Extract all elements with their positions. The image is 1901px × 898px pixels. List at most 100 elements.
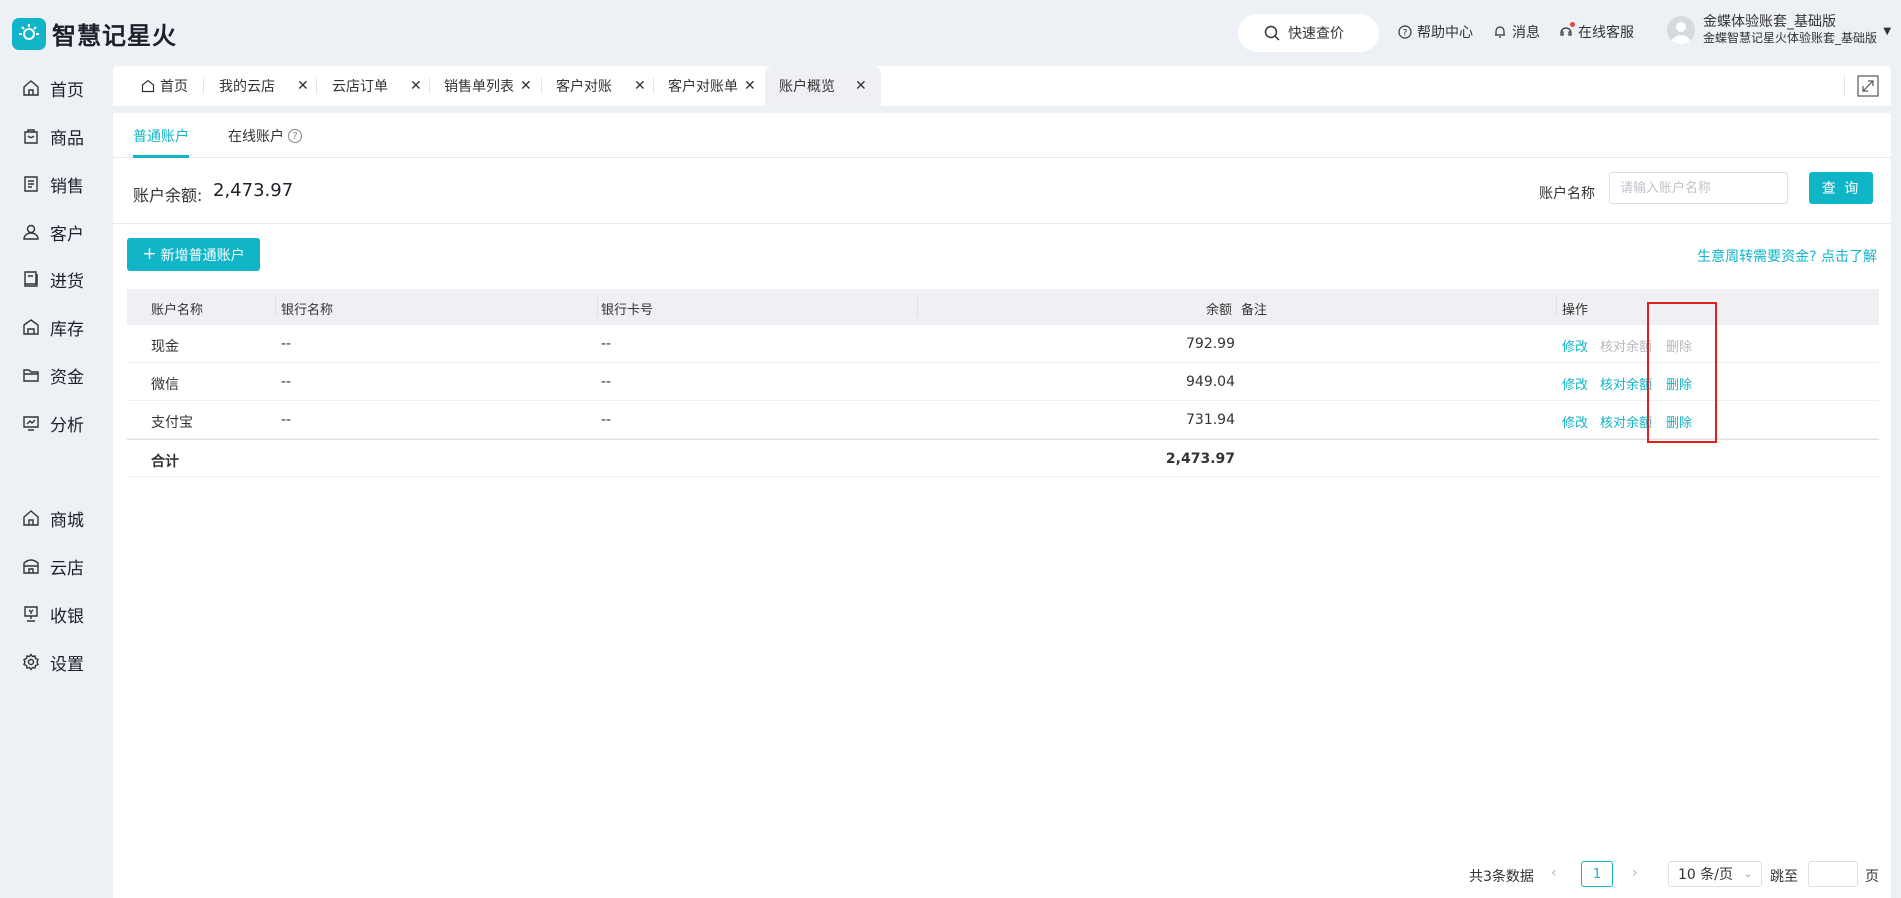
tab-label: 我的云店 <box>219 79 275 95</box>
sidebar-item-purchase[interactable]: 进货 <box>22 267 84 292</box>
column-header-balance: 余额 <box>1206 303 1233 318</box>
cell-card: -- <box>601 412 612 428</box>
sidebar-item-mall[interactable]: 商城 <box>22 506 84 531</box>
tab-customer-statement[interactable]: 客户对账单 ✕ <box>668 66 756 106</box>
tab-home[interactable]: 首页 <box>141 66 188 106</box>
sidebar-item-label: 设置 <box>50 654 84 675</box>
tab-account-overview[interactable]: 账户概览 ✕ <box>765 66 881 106</box>
sidebar-item-funds[interactable]: 资金 <box>22 363 84 388</box>
tab-normal-account[interactable]: 普通账户 <box>133 126 189 146</box>
user-name: 金蝶体验账套_基础版 <box>1703 14 1836 30</box>
cell-name: 现金 <box>151 339 179 355</box>
caret-down-icon: ▼ <box>1883 26 1892 37</box>
bag-icon <box>24 129 38 144</box>
bell-icon <box>1492 24 1508 40</box>
online-service-label: 在线客服 <box>1578 25 1634 41</box>
next-page-button[interactable]: › <box>1632 865 1638 881</box>
main-content: 普通账户 在线账户 ? 账户余额: 2,473.97 账户名称 查 询 + 新增… <box>113 113 1891 898</box>
home-icon <box>23 80 39 96</box>
close-icon[interactable]: ✕ <box>520 78 532 94</box>
svg-text:?: ? <box>1403 29 1408 39</box>
query-button[interactable]: 查 询 <box>1809 172 1873 204</box>
goto-page-input[interactable] <box>1808 861 1858 887</box>
chevron-down-icon: ⌄ <box>1743 868 1752 880</box>
tab-cloud-orders[interactable]: 云店订单 ✕ <box>332 66 422 106</box>
fullscreen-button[interactable] <box>1857 75 1879 97</box>
tab-online-account[interactable]: 在线账户 ? <box>228 126 302 146</box>
question-circle-icon[interactable]: ? <box>288 129 302 143</box>
sidebar-item-label: 客户 <box>50 224 84 245</box>
cell-bank: -- <box>281 336 292 352</box>
help-center-link[interactable]: ? 帮助中心 <box>1397 22 1473 42</box>
funding-promo-link[interactable]: 生意周转需要资金? 点击了解 <box>1697 246 1877 266</box>
sidebar-item-label: 收银 <box>50 606 84 627</box>
messages-label: 消息 <box>1512 25 1540 41</box>
close-icon[interactable]: ✕ <box>744 78 756 94</box>
sidebar-item-cloud-store[interactable]: 云店 <box>22 554 84 579</box>
sidebar-item-goods[interactable]: 商品 <box>22 124 84 149</box>
total-label: 合计 <box>151 454 179 470</box>
sidebar-item-label: 云店 <box>50 558 84 579</box>
tab-separator <box>429 78 430 94</box>
cell-balance: 731.94 <box>1186 412 1235 428</box>
table-total-row: 合计 2,473.97 <box>127 439 1879 477</box>
tab-my-cloud-store[interactable]: 我的云店 ✕ <box>219 66 309 106</box>
online-service-link[interactable]: 在线客服 <box>1558 22 1634 42</box>
sidebar-item-analysis[interactable]: 分析 <box>22 411 84 436</box>
column-header-note: 备注 <box>1241 303 1268 318</box>
page-size-select[interactable]: 10 条/页 ⌄ <box>1668 861 1762 887</box>
delete-link[interactable]: 删除 <box>1666 412 1692 431</box>
goto-unit: 页 <box>1865 869 1879 885</box>
sidebar-item-customers[interactable]: 客户 <box>22 220 84 245</box>
gear-icon <box>23 653 39 671</box>
check-balance-link[interactable]: 核对余额 <box>1600 412 1652 431</box>
prev-page-button[interactable]: ‹ <box>1551 865 1557 881</box>
folder-icon <box>23 369 39 382</box>
warehouse-icon <box>23 319 39 335</box>
table-header: 账户名称 银行名称 银行卡号 余额 备注 操作 <box>127 289 1879 325</box>
sun-logo-icon <box>12 17 46 50</box>
sidebar-item-label: 商城 <box>50 510 84 531</box>
quick-price-button[interactable]: 快速查价 <box>1238 14 1379 52</box>
page-tabs: 首页 我的云店 ✕ 云店订单 ✕ 销售单列表 ✕ 客户对账 ✕ 客户对账单 ✕ … <box>113 66 1891 106</box>
messages-link[interactable]: 消息 <box>1492 22 1540 42</box>
avatar <box>1667 15 1695 44</box>
delete-link[interactable]: 删除 <box>1666 374 1692 393</box>
tab-label: 销售单列表 <box>444 79 514 95</box>
sidebar-item-label: 库存 <box>50 319 84 340</box>
tab-label: 客户对账单 <box>668 79 738 95</box>
column-divider <box>1556 297 1557 317</box>
tab-label: 客户对账 <box>556 79 612 95</box>
sidebar-item-sales[interactable]: 销售 <box>22 172 84 197</box>
cell-balance: 792.99 <box>1186 336 1235 352</box>
close-icon[interactable]: ✕ <box>855 78 867 94</box>
tab-sales-list[interactable]: 销售单列表 ✕ <box>444 66 532 106</box>
sidebar-item-label: 分析 <box>50 415 84 436</box>
edit-link[interactable]: 修改 <box>1562 374 1588 393</box>
edit-link[interactable]: 修改 <box>1562 412 1588 431</box>
column-header-card: 银行卡号 <box>601 303 654 318</box>
sidebar-item-inventory[interactable]: 库存 <box>22 315 84 340</box>
sidebar-item-home[interactable]: 首页 <box>22 76 84 101</box>
user-menu[interactable]: 金蝶体验账套_基础版 金蝶智慧记星火体验账套_基础版 ▼ <box>1667 14 1891 45</box>
chart-icon <box>23 416 39 431</box>
check-balance-link[interactable]: 核对余额 <box>1600 374 1652 393</box>
table-row: 现金 -- -- 792.99 修改 核对余额 删除 <box>127 325 1879 363</box>
sidebar-item-cashier[interactable]: 收银 <box>22 602 84 627</box>
app-logo[interactable]: 智慧记星火 <box>12 16 177 51</box>
store-icon <box>23 559 39 574</box>
tab-customer-reconcile[interactable]: 客户对账 ✕ <box>556 66 646 106</box>
sidebar-item-settings[interactable]: 设置 <box>22 650 84 675</box>
balance-label: 账户余额: <box>133 186 203 205</box>
tab-label: 首页 <box>160 79 188 95</box>
top-bar: 智慧记星火 快速查价 ? 帮助中心 消息 在线客服 金蝶体验账套_基础版 金蝶智… <box>0 0 1901 64</box>
sidebar-item-label: 进货 <box>50 271 84 292</box>
account-name-input[interactable] <box>1609 172 1788 204</box>
edit-link[interactable]: 修改 <box>1562 336 1588 355</box>
page-number-button[interactable]: 1 <box>1581 861 1613 887</box>
close-icon[interactable]: ✕ <box>410 78 422 94</box>
tab-label: 在线账户 <box>228 129 284 145</box>
close-icon[interactable]: ✕ <box>297 78 309 94</box>
add-account-button[interactable]: + 新增普通账户 <box>127 238 260 271</box>
close-icon[interactable]: ✕ <box>634 78 646 94</box>
